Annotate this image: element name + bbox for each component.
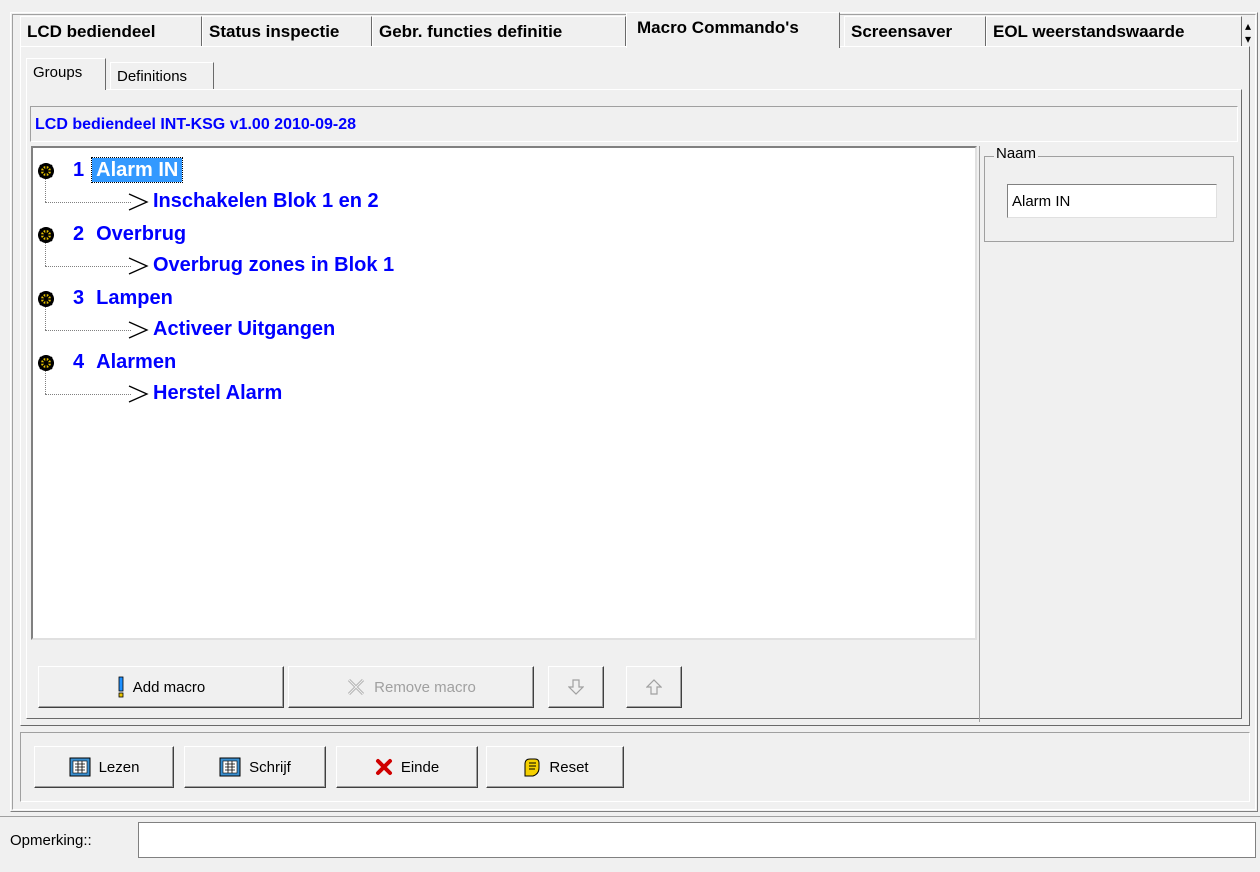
tree-line	[45, 266, 131, 267]
macro-arrow-icon	[128, 385, 149, 403]
tab-eol-weerstandswaarde[interactable]: EOL weerstandswaarde	[986, 16, 1242, 46]
group-gear-icon	[38, 291, 54, 307]
subtab-definitions[interactable]: Definitions	[110, 62, 214, 89]
device-read-icon	[69, 757, 91, 777]
macro-arrow-icon	[128, 321, 149, 339]
group-gear-icon	[38, 163, 54, 179]
tree-group-4[interactable]: 4 Alarmen	[73, 351, 180, 374]
macro-tree[interactable]: 1 Alarm IN Inschakelen Blok 1 en 2 2 Overb…	[31, 146, 977, 640]
tab-status-inspectie[interactable]: Status inspectie	[202, 16, 372, 46]
einde-label: Einde	[400, 758, 440, 776]
tab-label: Macro Commando's	[637, 18, 799, 37]
macro-arrow-icon	[128, 193, 149, 211]
tab-screensaver[interactable]: Screensaver	[844, 16, 986, 46]
naam-label: Naam	[994, 145, 1039, 162]
opmerking-field[interactable]	[138, 822, 1256, 858]
schrijf-button[interactable]: Schrijf	[184, 746, 326, 788]
subtab-groups[interactable]: Groups	[26, 58, 106, 90]
tab-label: EOL weerstandswaarde	[993, 22, 1185, 41]
remove-x-icon	[348, 678, 365, 696]
device-write-icon	[219, 757, 241, 777]
tree-line	[45, 394, 131, 395]
group-name: Alarm IN	[91, 157, 184, 183]
remove-macro-label: Remove macro	[374, 678, 476, 696]
group-name: Overbrug	[96, 223, 187, 245]
group-number: 4	[73, 351, 85, 373]
move-down-button[interactable]	[548, 666, 604, 708]
tab-label: LCD bediendeel	[27, 22, 156, 41]
reset-hand-icon	[524, 758, 540, 777]
device-header: LCD bediendeel INT-KSG v1.00 2010-09-28	[30, 106, 1238, 142]
group-gear-icon	[38, 227, 54, 243]
group-name: Lampen	[96, 287, 173, 309]
tab-label: Status inspectie	[209, 22, 340, 41]
move-up-button[interactable]	[626, 666, 682, 708]
remove-macro-button[interactable]: Remove macro	[288, 666, 534, 708]
tab-gebr-functies-definitie[interactable]: Gebr. functies definitie	[372, 16, 626, 46]
up-arrow-icon	[646, 679, 662, 695]
tree-macro-4[interactable]: Herstel Alarm	[153, 382, 282, 405]
group-number: 3	[73, 287, 85, 309]
tab-label: Gebr. functies definitie	[379, 22, 563, 41]
tab-macro-commandos[interactable]: Macro Commando's	[626, 12, 840, 48]
tree-group-2[interactable]: 2 Overbrug	[73, 223, 190, 246]
tree-line	[45, 202, 131, 203]
group-number: 2	[73, 223, 85, 245]
tree-macro-3[interactable]: Activeer Uitgangen	[153, 318, 335, 341]
macro-arrow-icon	[128, 257, 149, 275]
subtab-label: Definitions	[117, 68, 188, 85]
subtab-label: Groups	[33, 64, 83, 81]
tree-macro-1[interactable]: Inschakelen Blok 1 en 2	[153, 190, 379, 213]
close-x-icon	[375, 759, 392, 775]
add-macro-label: Add macro	[132, 678, 206, 696]
tree-group-1[interactable]: 1 Alarm IN	[73, 157, 184, 183]
lezen-label: Lezen	[98, 758, 140, 776]
group-gear-icon	[38, 355, 54, 371]
tree-line	[45, 330, 131, 331]
down-arrow-icon[interactable]: ▾	[1240, 33, 1256, 46]
reset-label: Reset	[549, 758, 589, 776]
group-name: Alarmen	[96, 351, 177, 373]
reset-button[interactable]: Reset	[486, 746, 624, 788]
tree-group-3[interactable]: 3 Lampen	[73, 287, 177, 310]
add-macro-button[interactable]: Add macro	[38, 666, 284, 708]
down-arrow-icon	[568, 679, 584, 695]
tab-label: Screensaver	[851, 22, 953, 41]
exclamation-icon	[118, 676, 124, 698]
group-number: 1	[73, 159, 85, 181]
tab-lcd-bediendeel[interactable]: LCD bediendeel	[20, 16, 202, 46]
opmerking-label: Opmerking::	[10, 832, 92, 849]
tree-macro-2[interactable]: Overbrug zones in Blok 1	[153, 254, 394, 277]
einde-button[interactable]: Einde	[336, 746, 478, 788]
schrijf-label: Schrijf	[249, 758, 291, 776]
lezen-button[interactable]: Lezen	[34, 746, 174, 788]
naam-input[interactable]	[1007, 184, 1217, 218]
tab-scroll-arrows[interactable]: ▴ ▾	[1240, 20, 1256, 46]
